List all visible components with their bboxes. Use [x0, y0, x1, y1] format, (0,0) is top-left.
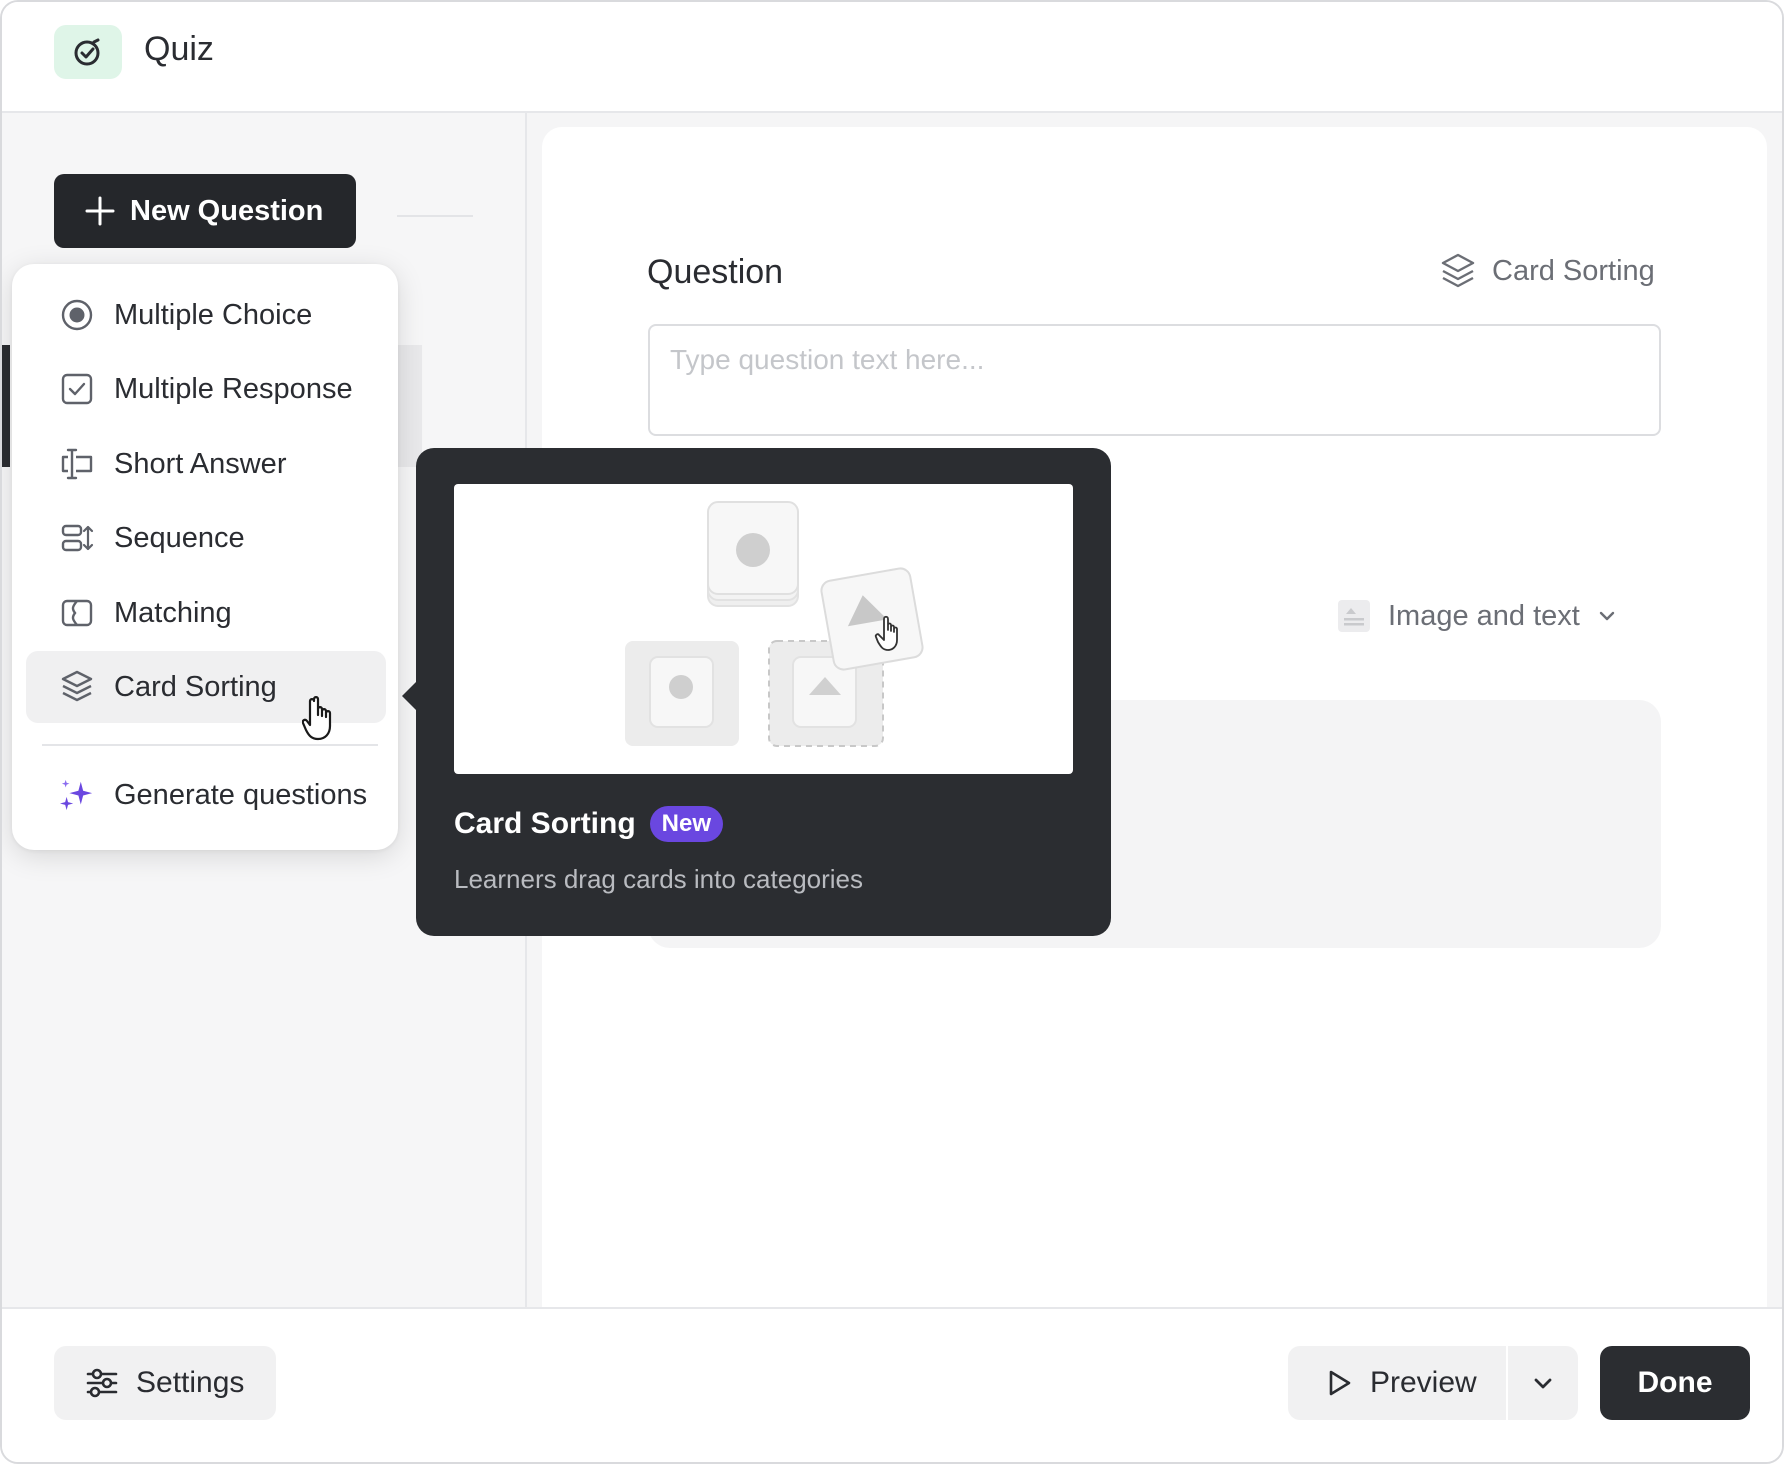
question-type-menu: Multiple Choice Multiple Response Short …	[12, 264, 398, 850]
play-icon	[1329, 1370, 1351, 1396]
menu-item-label: Matching	[114, 596, 232, 629]
layers-icon	[60, 670, 94, 704]
question-type-indicator[interactable]: Card Sorting	[1440, 252, 1655, 290]
check-circle-icon	[74, 38, 100, 66]
app-badge	[54, 25, 122, 79]
new-badge: New	[649, 806, 724, 842]
menu-item-multiple-response[interactable]: Multiple Response	[26, 353, 386, 425]
layout-select-label: Image and text	[1388, 599, 1580, 632]
menu-item-multiple-choice[interactable]: Multiple Choice	[26, 279, 386, 351]
sliders-icon	[86, 1368, 118, 1398]
menu-item-matching[interactable]: Matching	[26, 577, 386, 649]
tooltip-arrow	[402, 682, 416, 710]
quiz-editor-window: Quiz New Question Question Card Sorting …	[0, 0, 1784, 1464]
chevron-down-icon	[1599, 611, 1615, 621]
preview-button-group: Preview	[1288, 1346, 1578, 1420]
selected-question-indicator	[2, 345, 10, 467]
new-question-label: New Question	[130, 194, 324, 227]
preview-button[interactable]: Preview	[1288, 1346, 1508, 1420]
new-question-button[interactable]: New Question	[54, 174, 356, 248]
matching-icon	[60, 596, 94, 630]
menu-item-short-answer[interactable]: Short Answer	[26, 428, 386, 500]
menu-item-label: Short Answer	[114, 447, 287, 480]
image-text-icon	[1338, 600, 1370, 632]
card-sorting-illustration	[454, 484, 1073, 774]
question-heading: Question	[647, 253, 784, 291]
hand-cursor-icon	[302, 696, 332, 741]
radio-icon	[60, 298, 94, 332]
menu-item-label: Multiple Choice	[114, 298, 313, 331]
tooltip-title: Card Sorting	[454, 807, 636, 840]
menu-item-label: Multiple Response	[114, 372, 353, 405]
header: Quiz	[2, 2, 1782, 113]
preview-options-button[interactable]	[1508, 1346, 1578, 1420]
preview-label: Preview	[1370, 1366, 1477, 1399]
question-list-divider	[397, 215, 473, 217]
layers-icon	[1441, 253, 1475, 288]
settings-button[interactable]: Settings	[54, 1346, 276, 1420]
plus-icon	[85, 196, 115, 226]
menu-item-sequence[interactable]: Sequence	[26, 502, 386, 574]
question-placeholder: Type question text here...	[670, 344, 985, 375]
tooltip-title-row: Card Sorting New	[454, 806, 724, 842]
app-title: Quiz	[144, 30, 214, 68]
question-text-input[interactable]: Type question text here...	[648, 324, 1661, 436]
settings-label: Settings	[136, 1366, 245, 1399]
done-button[interactable]: Done	[1600, 1346, 1750, 1420]
card-sorting-tooltip: Card Sorting New Learners drag cards int…	[416, 448, 1111, 936]
layout-select[interactable]: Image and text	[1336, 598, 1618, 634]
question-type-label: Card Sorting	[1492, 254, 1655, 287]
menu-item-label: Generate questions	[114, 778, 368, 811]
chevron-down-icon	[1534, 1378, 1552, 1389]
menu-item-label: Card Sorting	[114, 670, 277, 703]
checkbox-icon	[60, 372, 94, 406]
menu-item-generate-questions[interactable]: Generate questions	[26, 759, 386, 831]
menu-separator	[42, 744, 378, 746]
tooltip-description: Learners drag cards into categories	[454, 864, 864, 894]
menu-item-label: Sequence	[114, 521, 245, 554]
sequence-icon	[60, 521, 94, 555]
text-cursor-icon	[60, 447, 94, 481]
sparkle-icon	[60, 778, 94, 812]
